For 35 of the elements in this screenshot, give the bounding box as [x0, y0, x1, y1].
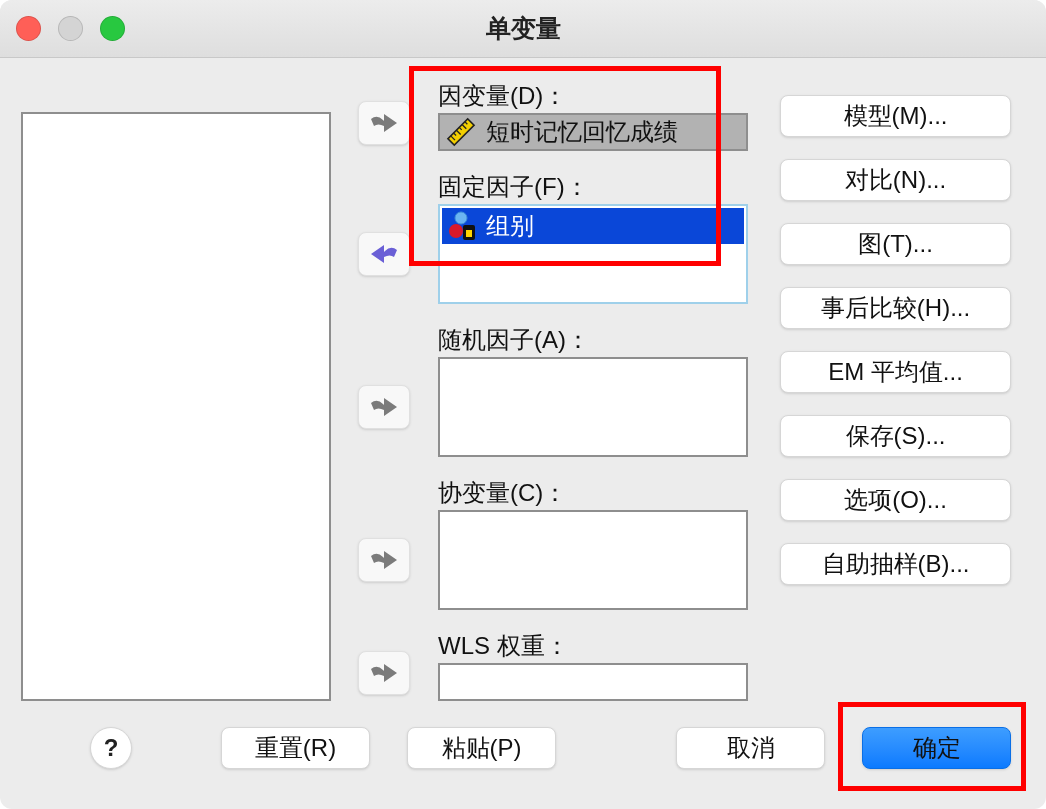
dialog-button[interactable]: 粘贴(P) [407, 727, 556, 769]
target-list-box[interactable] [438, 357, 748, 457]
zoom-button[interactable] [100, 16, 125, 41]
target-list-box[interactable] [438, 510, 748, 610]
dialog-button[interactable]: 选项(O)... [780, 479, 1011, 521]
move-arrow-button[interactable] [358, 101, 410, 145]
field-label: 协变量(C)： [438, 479, 569, 507]
dialog-button[interactable]: 对比(N)... [780, 159, 1011, 201]
field-label: WLS 权重： [438, 632, 570, 660]
dialog-button[interactable]: 自助抽样(B)... [780, 543, 1011, 585]
move-arrow-button[interactable] [358, 651, 410, 695]
move-arrow-button[interactable] [358, 385, 410, 429]
default-button[interactable]: 确定 [862, 727, 1011, 769]
variable-item[interactable]: 组别 [442, 208, 744, 244]
dialog-button[interactable]: 取消 [676, 727, 825, 769]
dialog-button[interactable]: 重置(R) [221, 727, 370, 769]
variable-name: 短时记忆回忆成绩 [486, 118, 678, 146]
dialog-button[interactable]: 保存(S)... [780, 415, 1011, 457]
target-field[interactable] [438, 663, 748, 701]
move-arrow-button[interactable] [358, 538, 410, 582]
dialog-button[interactable]: 图(T)... [780, 223, 1011, 265]
help-button[interactable]: ? [90, 727, 132, 769]
field-label: 因变量(D)： [438, 82, 569, 110]
target-list-box[interactable]: 组别 [438, 204, 748, 304]
variable-item[interactable]: 短时记忆回忆成绩 [440, 115, 746, 149]
field-label: 随机因子(A)： [438, 326, 591, 354]
ball-cluster-icon [448, 211, 476, 241]
field-label: 固定因子(F)： [438, 173, 590, 201]
dialog-button[interactable]: 模型(M)... [780, 95, 1011, 137]
dialog-button[interactable]: EM 平均值... [780, 351, 1011, 393]
variable-name: 组别 [486, 212, 534, 240]
dialog-button[interactable]: 事后比较(H)... [780, 287, 1011, 329]
close-button[interactable] [16, 16, 41, 41]
move-arrow-button[interactable] [358, 232, 410, 276]
window-title: 单变量 [485, 12, 561, 44]
